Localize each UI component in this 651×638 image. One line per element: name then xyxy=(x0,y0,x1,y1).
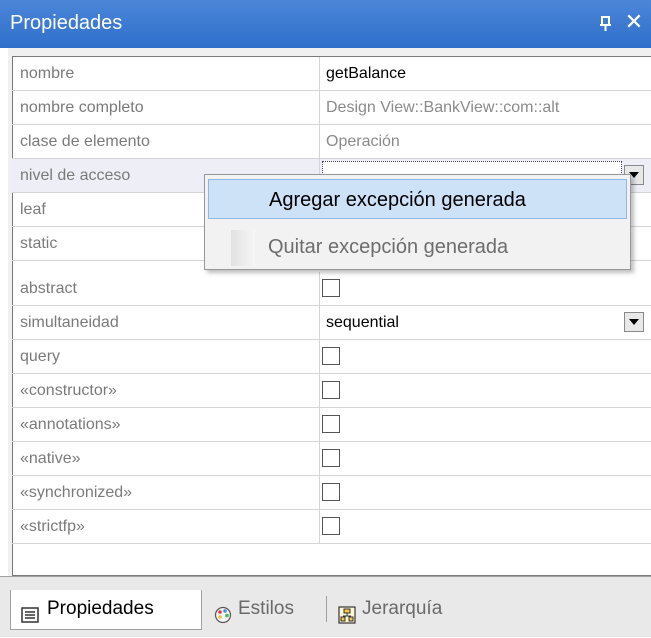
column-divider xyxy=(319,374,320,407)
menu-item-label: Quitar excepción generada xyxy=(268,236,509,258)
property-row-clase-de-elemento[interactable]: clase de elemento Operación xyxy=(12,125,651,159)
column-divider xyxy=(319,272,320,305)
column-divider xyxy=(319,306,320,339)
property-row-nombre-completo[interactable]: nombre completo Design View::BankView::c… xyxy=(12,91,651,125)
property-label: «constructor» xyxy=(20,382,117,399)
property-value-field[interactable]: getBalance xyxy=(326,57,406,90)
tab-separator xyxy=(326,596,327,622)
property-row-constructor[interactable]: «constructor» xyxy=(12,374,651,408)
query-checkbox[interactable] xyxy=(322,347,340,365)
property-label: leaf xyxy=(20,201,46,218)
pin-icon[interactable] xyxy=(598,12,614,34)
menu-item-remove-exception[interactable]: Quitar excepción generada xyxy=(208,227,627,267)
property-label: «synchronized» xyxy=(20,484,133,501)
tab-estilos[interactable]: Estilos xyxy=(210,590,320,630)
tab-propiedades[interactable]: Propiedades xyxy=(10,590,202,630)
property-row-nombre[interactable]: nombre getBalance xyxy=(12,57,651,91)
concurrency-dropdown[interactable]: sequential xyxy=(326,306,399,339)
panel-titlebar: Propiedades ✕ xyxy=(0,0,651,48)
panel-title: Propiedades xyxy=(10,12,123,34)
property-value-field: Design View::BankView::com::alt xyxy=(326,99,560,116)
property-row-abstract[interactable]: abstract xyxy=(12,272,651,306)
property-row-simultaneidad[interactable]: simultaneidad sequential xyxy=(12,306,651,340)
property-label: simultaneidad xyxy=(20,314,119,331)
property-label: abstract xyxy=(20,280,77,297)
property-label: nivel de acceso xyxy=(20,167,131,184)
properties-panel: Propiedades ✕ nombre getBalance nombre c… xyxy=(0,0,651,637)
column-divider xyxy=(319,510,320,543)
property-label: clase de elemento xyxy=(20,133,150,150)
tab-label: Estilos xyxy=(238,598,294,619)
hierarchy-icon xyxy=(338,600,356,624)
tab-label: Jerarquía xyxy=(362,598,443,619)
property-row-strictfp[interactable]: «strictfp» xyxy=(12,510,651,544)
annotations-checkbox[interactable] xyxy=(322,415,340,433)
property-row-native[interactable]: «native» xyxy=(12,442,651,476)
property-row-annotations[interactable]: «annotations» xyxy=(12,408,651,442)
column-divider xyxy=(319,57,320,90)
property-label: «native» xyxy=(20,450,81,467)
properties-list-icon xyxy=(21,600,39,623)
close-icon[interactable]: ✕ xyxy=(624,10,644,34)
constructor-checkbox[interactable] xyxy=(322,381,340,399)
menu-item-add-exception[interactable]: Agregar excepción generada xyxy=(208,179,627,219)
native-checkbox[interactable] xyxy=(322,449,340,467)
property-label: «annotations» xyxy=(20,416,121,433)
abstract-checkbox[interactable] xyxy=(322,279,340,297)
property-label: nombre xyxy=(20,65,75,82)
synchronized-checkbox[interactable] xyxy=(322,483,340,501)
column-divider xyxy=(319,476,320,509)
palette-icon xyxy=(214,600,232,624)
chevron-down-icon[interactable] xyxy=(624,312,644,332)
property-label: static xyxy=(20,235,58,252)
strictfp-checkbox[interactable] xyxy=(322,517,340,535)
property-row-synchronized[interactable]: «synchronized» xyxy=(12,476,651,510)
property-label: nombre completo xyxy=(20,99,144,116)
property-label: «strictfp» xyxy=(20,518,85,535)
context-menu: Agregar excepción generada Quitar excepc… xyxy=(204,174,631,270)
tab-label: Propiedades xyxy=(47,598,154,619)
property-value-field: Operación xyxy=(326,133,400,150)
property-label: query xyxy=(20,348,61,365)
column-divider xyxy=(319,442,320,475)
property-row-query[interactable]: query xyxy=(12,340,651,374)
column-divider xyxy=(319,408,320,441)
column-divider xyxy=(319,125,320,158)
menu-item-label: Agregar excepción generada xyxy=(269,189,526,211)
column-divider xyxy=(319,340,320,373)
tab-jerarquia[interactable]: Jerarquía xyxy=(334,590,464,630)
column-divider xyxy=(319,91,320,124)
